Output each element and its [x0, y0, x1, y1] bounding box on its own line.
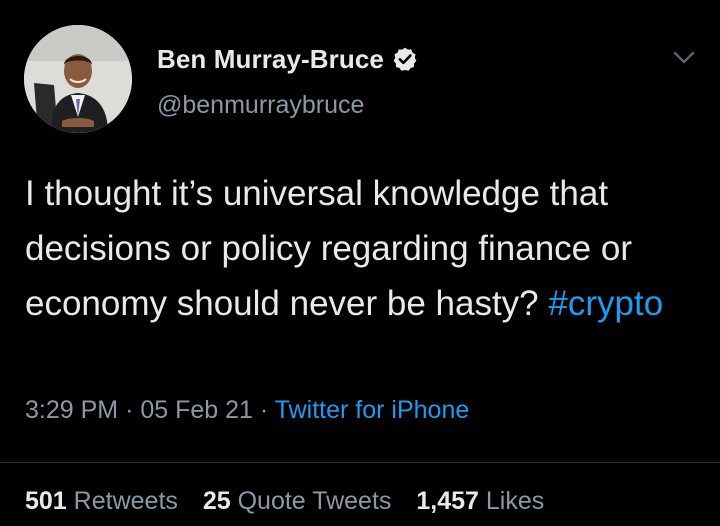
likes-count: 1,457: [416, 487, 479, 515]
quote-tweets-count: 25: [202, 487, 231, 515]
author-name-row: Ben Murray-Bruce: [157, 42, 418, 76]
chevron-down-icon[interactable]: [670, 48, 698, 68]
likes-label: Likes: [485, 487, 545, 515]
likes-stat[interactable]: 1,457 Likes: [416, 487, 544, 515]
tweet-source-link[interactable]: Twitter for iPhone: [275, 396, 470, 424]
author-display-name[interactable]: Ben Murray-Bruce: [157, 44, 384, 75]
retweets-stat[interactable]: 501 Retweets: [25, 487, 178, 515]
author-handle[interactable]: @benmurraybruce: [157, 91, 364, 120]
tweet-date[interactable]: 05 Feb 21: [140, 396, 253, 424]
divider: [0, 462, 720, 463]
retweets-count: 501: [25, 487, 67, 515]
meta-separator: ·: [125, 396, 134, 424]
quote-tweets-stat[interactable]: 25 Quote Tweets: [203, 487, 392, 515]
tweet-meta: 3:29 PM · 05 Feb 21 · Twitter for iPhone: [25, 396, 469, 425]
quote-tweets-label: Quote Tweets: [237, 487, 392, 515]
meta-separator: ·: [259, 396, 269, 424]
retweets-label: Retweets: [73, 487, 178, 515]
tweet-time[interactable]: 3:29 PM: [25, 396, 118, 424]
hashtag-link[interactable]: #crypto: [548, 284, 663, 323]
tweet-text: I thought it’s universal knowledge that …: [25, 174, 632, 323]
verified-badge-icon: [392, 46, 418, 72]
avatar[interactable]: [24, 25, 132, 133]
tweet-body: I thought it’s universal knowledge that …: [25, 166, 705, 331]
tweet-stats: 501 Retweets 25 Quote Tweets 1,457 Likes: [25, 487, 562, 516]
avatar-image: [24, 25, 132, 133]
